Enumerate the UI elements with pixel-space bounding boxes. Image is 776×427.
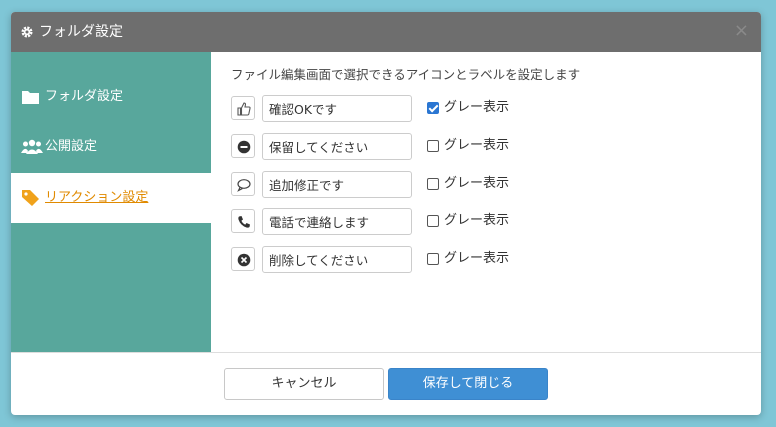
reaction-icon-button[interactable] <box>231 172 255 196</box>
folder-icon <box>21 88 41 106</box>
reaction-label-input[interactable] <box>262 133 412 160</box>
gray-display-label[interactable]: グレー表示 <box>444 176 509 192</box>
sidebar-item-folder-settings[interactable]: フォルダ設定 <box>11 72 211 122</box>
dialog-footer: キャンセル 保存して閉じる <box>11 352 761 415</box>
comment-icon <box>237 179 251 192</box>
reaction-label-input[interactable] <box>262 246 412 273</box>
settings-sidebar: フォルダ設定 公開設定 リアクション設定 <box>11 52 211 352</box>
tag-icon <box>21 189 41 207</box>
reaction-row: グレー表示 <box>231 171 531 199</box>
thumbs-up-icon <box>237 102 251 116</box>
sidebar-item-label: 公開設定 <box>45 139 98 154</box>
reaction-row: グレー表示 <box>231 95 531 123</box>
gray-display-checkbox[interactable] <box>427 102 439 114</box>
gray-display-label[interactable]: グレー表示 <box>444 213 509 229</box>
reaction-row: グレー表示 <box>231 208 531 236</box>
dialog-title: フォルダ設定 <box>39 24 123 40</box>
reaction-icon-button[interactable] <box>231 134 255 158</box>
minus-circle-icon <box>237 140 251 154</box>
panel-description: ファイル編集画面で選択できるアイコンとラベルを設定します <box>231 67 581 82</box>
close-icon[interactable]: × <box>734 22 749 40</box>
gear-icon <box>20 24 34 38</box>
times-circle-icon <box>237 253 251 267</box>
folder-settings-dialog: フォルダ設定 × フォルダ設定 公開設定 リアクション設定 ファイル編集画面で選… <box>11 12 761 415</box>
sidebar-item-label: リアクション設定 <box>45 190 149 205</box>
reaction-settings-panel: ファイル編集画面で選択できるアイコンとラベルを設定します グレー表示 グ <box>211 52 761 352</box>
reaction-row: グレー表示 <box>231 133 531 161</box>
reaction-label-input[interactable] <box>262 171 412 198</box>
reaction-label-input[interactable] <box>262 208 412 235</box>
users-icon <box>21 138 43 156</box>
gray-display-checkbox[interactable] <box>427 140 439 152</box>
gray-display-checkbox[interactable] <box>427 178 439 190</box>
sidebar-item-public-settings[interactable]: 公開設定 <box>11 122 211 172</box>
reaction-row: グレー表示 <box>231 246 531 274</box>
reaction-icon-button[interactable] <box>231 96 255 120</box>
gray-display-label[interactable]: グレー表示 <box>444 100 509 116</box>
reaction-icon-button[interactable] <box>231 209 255 233</box>
sidebar-item-reaction-settings[interactable]: リアクション設定 <box>11 173 211 223</box>
phone-icon <box>238 216 250 228</box>
reaction-label-input[interactable] <box>262 95 412 122</box>
save-and-close-button[interactable]: 保存して閉じる <box>388 368 548 400</box>
gray-display-label[interactable]: グレー表示 <box>444 251 509 267</box>
reaction-icon-button[interactable] <box>231 247 255 271</box>
gray-display-checkbox[interactable] <box>427 215 439 227</box>
gray-display-label[interactable]: グレー表示 <box>444 138 509 154</box>
cancel-button[interactable]: キャンセル <box>224 368 384 400</box>
dialog-titlebar: フォルダ設定 × <box>11 12 761 52</box>
gray-display-checkbox[interactable] <box>427 253 439 265</box>
sidebar-item-label: フォルダ設定 <box>45 89 124 104</box>
